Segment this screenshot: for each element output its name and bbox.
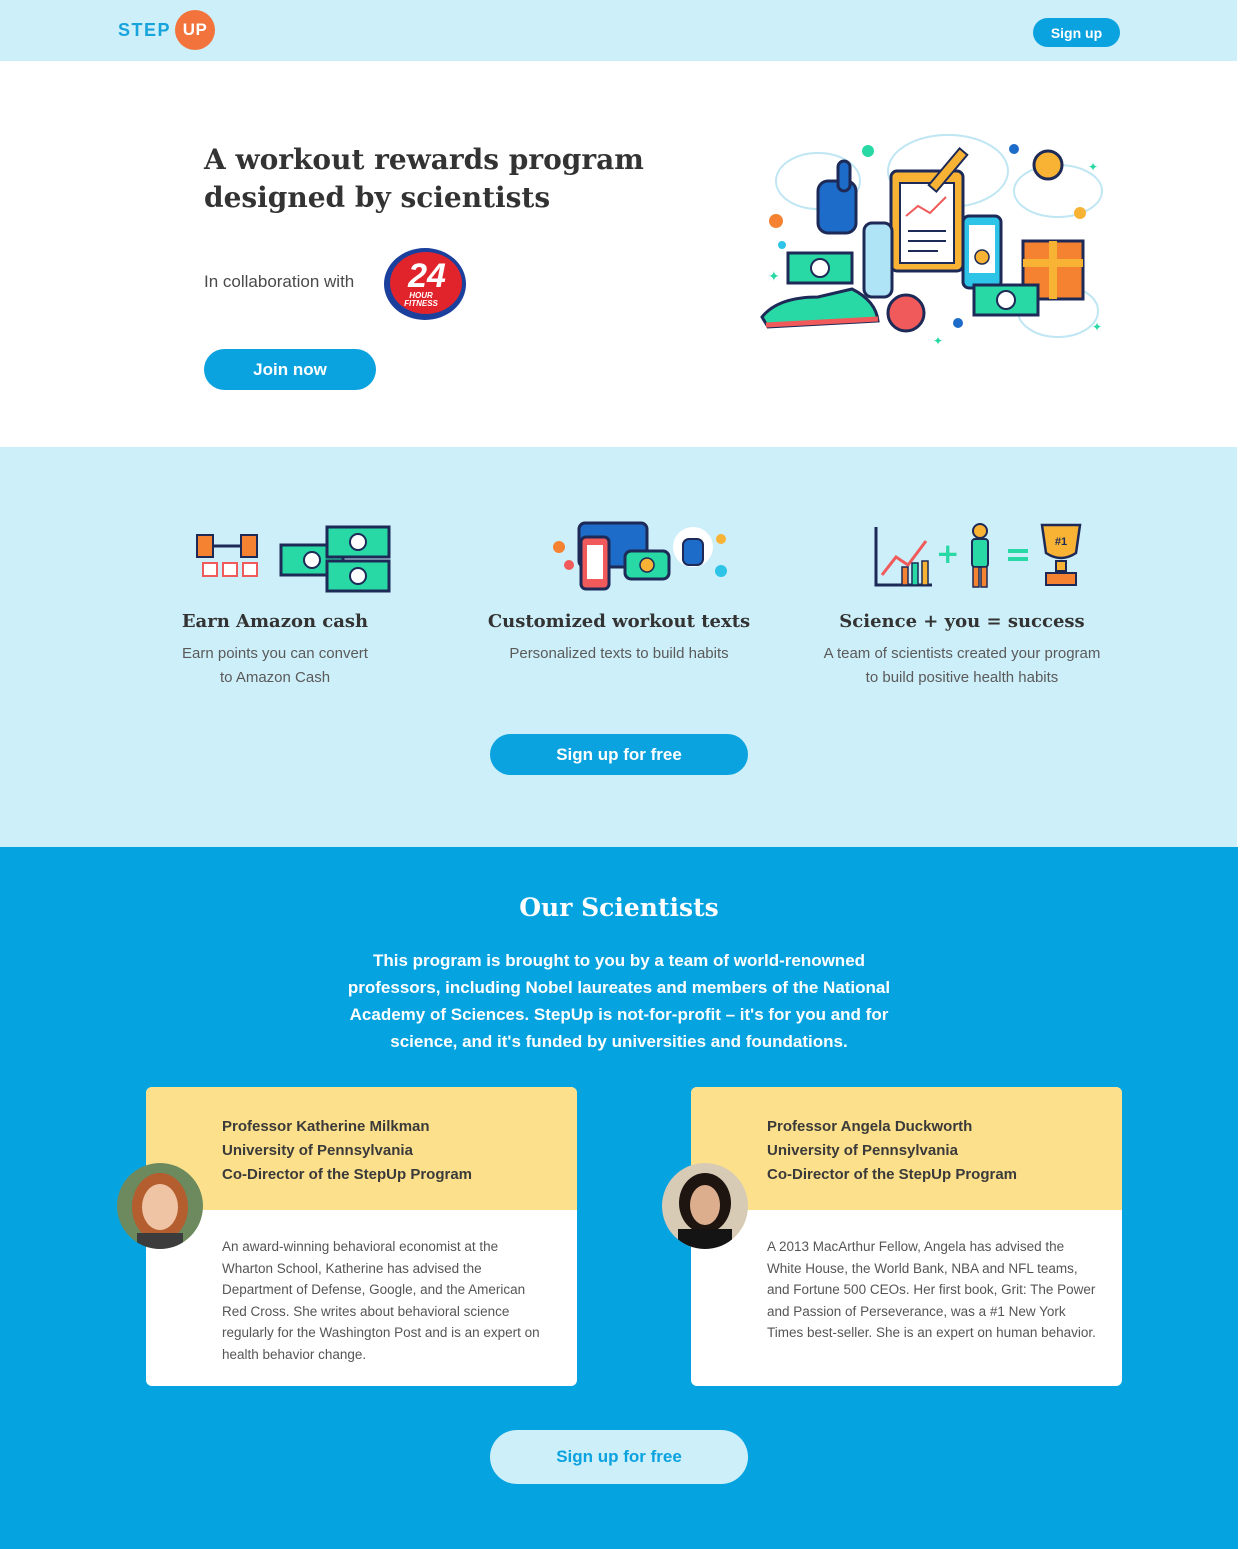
scientist-photo-milkman [117,1163,203,1249]
scientist-photo-duckworth [662,1163,748,1249]
svg-text:✦: ✦ [1088,160,1098,174]
avatar [117,1163,203,1249]
scientist-role: Co-Director of the StepUp Program [767,1166,1018,1183]
svg-text:#1: #1 [1055,536,1067,548]
scientist-name: Professor Angela Duckworth [767,1118,973,1135]
feature-description: A team of scientists created your progra… [797,642,1127,690]
signup-free-button[interactable]: Sign up for free [490,1430,748,1484]
scientist-name: Professor Katherine Milkman [222,1118,430,1135]
feature-description: Earn points you can convert to Amazon Ca… [110,642,440,690]
feature-title: Earn Amazon cash [181,611,369,632]
feature-desc-line: to build positive health habits [865,669,1059,686]
signup-free-button[interactable]: Sign up for free [490,734,748,775]
scientists-title: Our Scientists [519,893,719,922]
collaboration-text: In collaboration with [204,272,355,291]
scientist-card-duckworth: Professor Angela Duckworth University of… [691,1087,1122,1386]
feature-workout-texts: Customized workout texts Personalized te… [454,517,784,666]
logo-up-badge: UP [175,10,216,50]
scientist-bio: A 2013 MacArthur Fellow, Angela has advi… [767,1239,1096,1340]
scientist-university: University of Pennsylvania [222,1142,413,1159]
cash-rewards-icon [196,525,391,593]
hero-section: A workout rewards program designed by sc… [0,61,1237,447]
scientists-section: Our Scientists This program is brought t… [0,847,1238,1549]
24-hour-fitness-logo: 24 HOUR FITNESS [384,248,466,320]
feature-desc-line: Personalized texts to build habits [509,645,729,662]
feature-desc-line: to Amazon Cash [219,669,331,686]
scientist-card-header: Professor Katherine Milkman University o… [146,1087,577,1210]
logo-step-text: STEP [118,19,172,40]
scientist-role: Co-Director of the StepUp Program [222,1166,473,1183]
avatar [662,1163,748,1249]
scientist-university: University of Pennsylvania [767,1142,958,1159]
feature-desc-line: Earn points you can convert [182,645,368,662]
svg-text:✦: ✦ [933,334,943,348]
scientist-bio: An award-winning behavioral economist at… [222,1239,540,1362]
feature-title: Customized workout texts [487,611,751,632]
features-section: Earn Amazon cash Earn points you can con… [0,447,1237,847]
scientists-intro: This program is brought to you by a team… [347,951,891,1051]
feature-description: Personalized texts to build habits [454,642,784,666]
feature-title: Science + you = success [839,611,1085,632]
scientist-card-header: Professor Angela Duckworth University of… [691,1087,1122,1210]
science-trophy-icon: + #1 [874,523,1082,588]
svg-text:+: + [936,537,959,570]
messaging-icon [553,521,727,591]
svg-text:FITNESS: FITNESS [404,299,438,308]
top-nav-bar: STEP UP Sign up [0,0,1237,61]
svg-text:✦: ✦ [1092,320,1102,334]
join-now-button[interactable]: Join now [204,349,376,390]
svg-text:24: 24 [407,257,446,295]
signup-button[interactable]: Sign up [1033,18,1120,47]
svg-text:✦: ✦ [768,269,780,285]
hero-title: A workout rewards program designed by sc… [204,143,644,214]
scientist-card-milkman: Professor Katherine Milkman University o… [146,1087,577,1386]
stepup-logo[interactable]: STEP UP [118,10,216,50]
feature-desc-line: A team of scientists created your progra… [823,645,1101,662]
feature-earn-cash: Earn Amazon cash Earn points you can con… [110,517,440,690]
fitness-rewards-illustration: ✦ ✦ ✦ ✦ [760,134,1103,348]
feature-science-success: + #1 Science + you = success A team of s… [797,517,1127,690]
